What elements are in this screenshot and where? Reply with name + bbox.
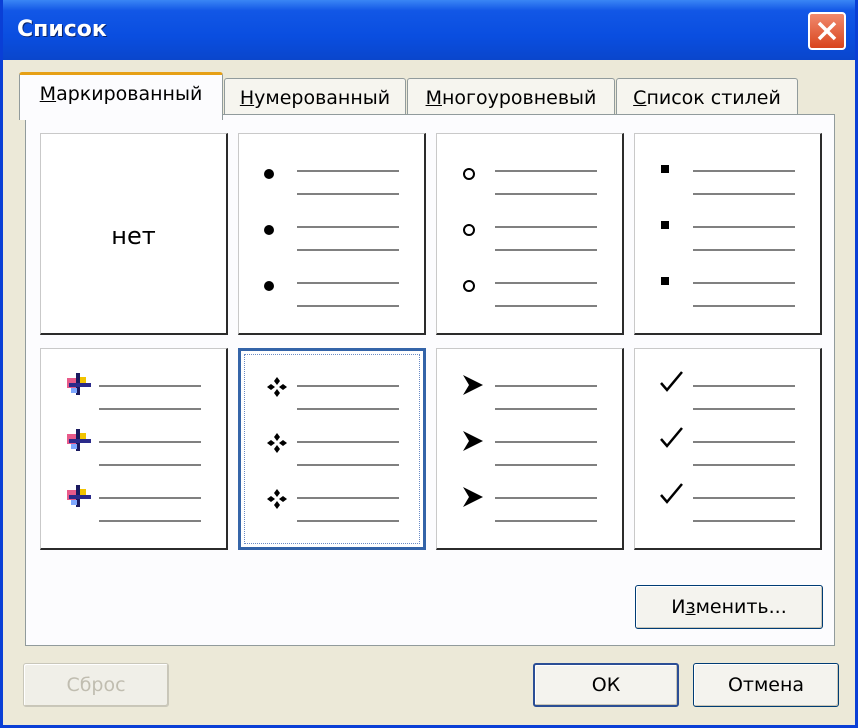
list-dialog: Список Маркированный Нумерованный Многоу… <box>0 0 858 728</box>
tab-numbered-label: умерованный <box>254 87 391 109</box>
bullet-style-checkmark[interactable] <box>634 348 822 550</box>
close-button[interactable] <box>808 12 846 50</box>
tab-list-styles-label: писок стилей <box>646 87 781 109</box>
hollow-circle-icon <box>463 280 475 292</box>
modify-button[interactable]: Изменить... <box>635 585 823 629</box>
tab-list-styles-label-accel: С <box>633 87 647 109</box>
bullet-style-arrowhead[interactable] <box>436 348 624 550</box>
close-icon <box>817 21 837 41</box>
filled-square-icon <box>661 277 669 285</box>
modify-button-label-rest: менить... <box>695 596 787 618</box>
arrowhead-icon <box>463 431 483 451</box>
colorful-cross-icon <box>67 373 91 395</box>
modify-button-accel: з <box>685 596 696 618</box>
colorful-cross-icon <box>67 429 91 451</box>
filled-square-icon <box>661 165 669 173</box>
four-diamond-icon <box>267 377 287 397</box>
none-label: нет <box>111 222 156 250</box>
four-diamond-icon <box>267 433 287 453</box>
cancel-button[interactable]: Отмена <box>693 663 839 707</box>
checkmark-icon <box>660 483 683 504</box>
hollow-circle-icon <box>463 224 475 236</box>
filled-dot-icon <box>264 225 274 235</box>
checkmark-icon <box>660 427 683 448</box>
ok-button[interactable]: ОК <box>533 663 679 707</box>
checkmark-icon <box>660 371 683 392</box>
four-diamond-icon <box>267 489 287 509</box>
tab-bulleted[interactable]: Маркированный <box>19 72 223 120</box>
tab-multilevel-label-accel: М <box>425 87 442 109</box>
bullet-style-none[interactable]: нет <box>40 133 228 335</box>
bullet-style-circle[interactable] <box>436 133 624 335</box>
bullet-style-colorful-cross[interactable] <box>40 348 228 550</box>
bullet-style-four-diamond[interactable] <box>238 348 426 550</box>
dialog-title: Список <box>17 17 107 42</box>
filled-square-icon <box>661 221 669 229</box>
modify-button-label: И <box>671 596 686 618</box>
tab-multilevel-label: ногоуровневый <box>441 87 597 109</box>
hollow-circle-icon <box>463 168 475 180</box>
reset-button[interactable]: Сброс <box>23 663 169 707</box>
colorful-cross-icon <box>67 485 91 507</box>
title-bar[interactable]: Список <box>3 0 855 60</box>
bullet-style-dot[interactable] <box>238 133 426 335</box>
tab-bulleted-label-accel: М <box>39 83 57 105</box>
filled-dot-icon <box>264 169 274 179</box>
filled-dot-icon <box>264 281 274 291</box>
tab-numbered-label-accel: Н <box>239 87 255 109</box>
arrowhead-icon <box>463 487 483 507</box>
tab-bulleted-label: аркированный <box>56 83 203 105</box>
arrowhead-icon <box>463 375 483 395</box>
bullet-style-square[interactable] <box>634 133 822 335</box>
